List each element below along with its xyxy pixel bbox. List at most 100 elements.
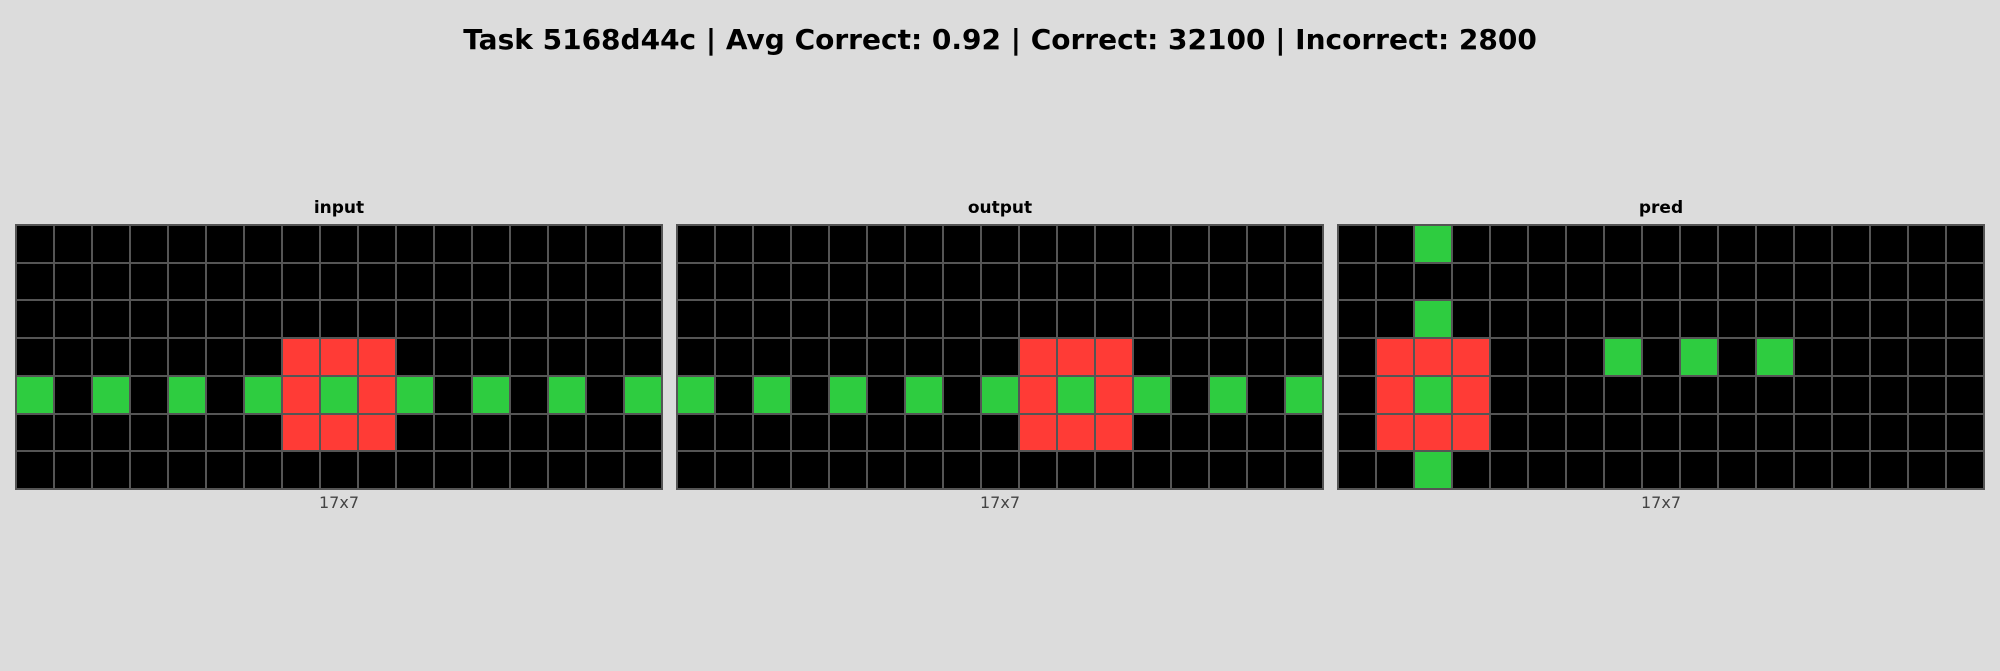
- grid-cell: [358, 375, 396, 414]
- grid-cell: [92, 451, 130, 489]
- grid-cell: [715, 225, 753, 263]
- grid-cell: [1414, 300, 1452, 339]
- grid-cell: [586, 375, 624, 414]
- grid-cell: [1794, 413, 1832, 452]
- grid-cell: [1604, 262, 1642, 301]
- grid-cell: [320, 225, 358, 263]
- panel-title: pred: [1638, 198, 1684, 218]
- grid-cell: [54, 375, 92, 414]
- grid-cell: [1946, 413, 1984, 452]
- grid-cell: [1057, 451, 1095, 489]
- grid-cell: [168, 413, 206, 452]
- grid-cell: [1376, 338, 1414, 376]
- grid-cell: [1095, 338, 1133, 376]
- grid-cell: [1133, 413, 1171, 452]
- grid-cell: [1338, 262, 1376, 301]
- grid-cell: [905, 338, 943, 376]
- grid-cell: [1680, 451, 1718, 489]
- grid-cell: [1794, 225, 1832, 263]
- grid-cell: [1642, 225, 1680, 263]
- grid-cell: [1794, 338, 1832, 376]
- grid-cell: [1604, 225, 1642, 263]
- grid-cell: [1209, 338, 1247, 376]
- grid-cell: [1247, 338, 1285, 376]
- grid-cell: [1528, 300, 1566, 339]
- grid-cell: [282, 338, 320, 376]
- grid-cell: [905, 375, 943, 414]
- grid-cell: [1832, 375, 1870, 414]
- grid-cell: [624, 375, 662, 414]
- grid-cell: [206, 375, 244, 414]
- grid-cell: [1718, 375, 1756, 414]
- grid-cell: [1452, 300, 1490, 339]
- grid-cell: [206, 225, 244, 263]
- grid-cell: [1870, 262, 1908, 301]
- grid-cell: [1095, 262, 1133, 301]
- grid-cell: [168, 300, 206, 339]
- grid-cell: [510, 451, 548, 489]
- grid-cell: [1946, 451, 1984, 489]
- grid-cell: [981, 225, 1019, 263]
- grid-dimensions: 17x7: [1640, 493, 1681, 512]
- grid-cell: [1019, 451, 1057, 489]
- grid-cell: [1490, 375, 1528, 414]
- grid-cell: [1019, 262, 1057, 301]
- grid-cell: [1832, 262, 1870, 301]
- grid-cell: [16, 338, 54, 376]
- grid-cell: [510, 300, 548, 339]
- grid-cell: [829, 451, 867, 489]
- grid-cell: [867, 413, 905, 452]
- grid-cell: [1490, 451, 1528, 489]
- grid-cell: [829, 338, 867, 376]
- grid-cell: [586, 225, 624, 263]
- grid-cell: [130, 262, 168, 301]
- grid-cell: [1247, 375, 1285, 414]
- grid-cell: [1528, 262, 1566, 301]
- grid-cell: [867, 338, 905, 376]
- grid-cell: [1057, 338, 1095, 376]
- grid-cell: [1794, 451, 1832, 489]
- grid-cell: [867, 300, 905, 339]
- grid-cell: [1680, 262, 1718, 301]
- grid-cell: [1019, 375, 1057, 414]
- grid-cell: [624, 451, 662, 489]
- grid-cell: [320, 300, 358, 339]
- grid-cell: [943, 262, 981, 301]
- grid-cell: [1338, 375, 1376, 414]
- grid-cell: [244, 225, 282, 263]
- grid-cell: [548, 225, 586, 263]
- grid-cell: [867, 451, 905, 489]
- grid-cell: [1680, 300, 1718, 339]
- grid-cell: [753, 262, 791, 301]
- grid-cell: [677, 375, 715, 414]
- grid-cell: [1338, 225, 1376, 263]
- grid-cell: [1642, 300, 1680, 339]
- grid-cell: [434, 413, 472, 452]
- grid-cell: [1718, 451, 1756, 489]
- grid-cell: [715, 338, 753, 376]
- grid-cell: [244, 300, 282, 339]
- grid-cell: [943, 225, 981, 263]
- grid-cell: [829, 225, 867, 263]
- grid-cell: [1452, 375, 1490, 414]
- grid-cell: [358, 300, 396, 339]
- grid-cell: [548, 262, 586, 301]
- grid-cell: [791, 451, 829, 489]
- grid-cell: [1604, 451, 1642, 489]
- grid-cell: [320, 262, 358, 301]
- grid-cell: [1870, 338, 1908, 376]
- grid-cell: [1376, 262, 1414, 301]
- grid-cell: [1414, 225, 1452, 263]
- grid-cell: [981, 451, 1019, 489]
- grid-cell: [54, 262, 92, 301]
- grid-cell: [434, 338, 472, 376]
- grid-cell: [1756, 225, 1794, 263]
- grid-cell: [1870, 225, 1908, 263]
- grid-cell: [677, 413, 715, 452]
- grid-cell: [1133, 375, 1171, 414]
- grid-cell: [1908, 451, 1946, 489]
- grid-cell: [1171, 300, 1209, 339]
- grid-cell: [1718, 225, 1756, 263]
- grid-cell: [1057, 413, 1095, 452]
- grid-cell: [1247, 413, 1285, 452]
